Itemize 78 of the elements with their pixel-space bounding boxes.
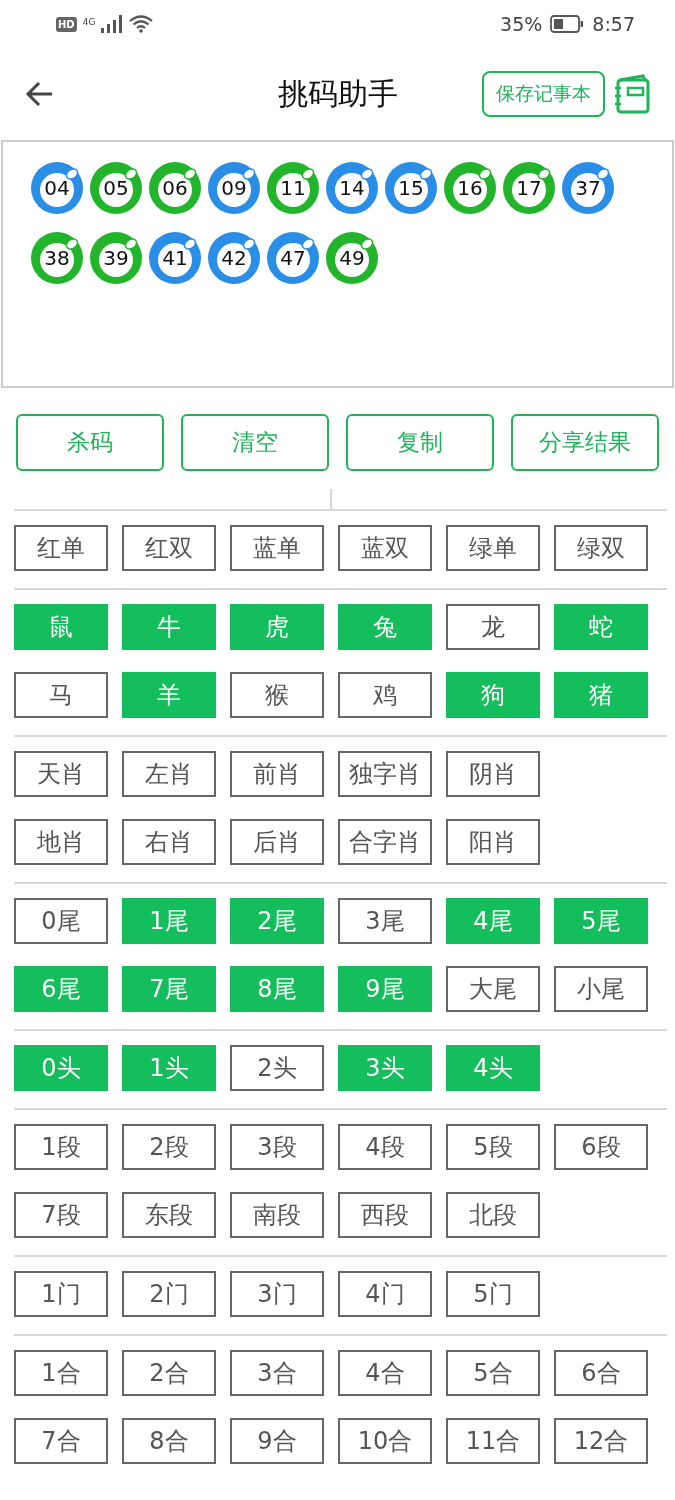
- filter-chip[interactable]: 6合: [554, 1350, 648, 1396]
- filter-chip[interactable]: 马: [14, 672, 108, 718]
- filter-chip[interactable]: 10合: [338, 1418, 432, 1464]
- filter-chip[interactable]: 7段: [14, 1192, 108, 1238]
- filter-chip[interactable]: 合字肖: [338, 819, 432, 865]
- filter-chip[interactable]: 红单: [14, 525, 108, 571]
- filter-chip[interactable]: 8合: [122, 1418, 216, 1464]
- filter-chip[interactable]: 绿双: [554, 525, 648, 571]
- filter-chip[interactable]: 9合: [230, 1418, 324, 1464]
- filter-chip[interactable]: 5段: [446, 1124, 540, 1170]
- notebook-icon[interactable]: [613, 74, 651, 114]
- battery-icon: [550, 15, 585, 33]
- filter-chip[interactable]: 3门: [230, 1271, 324, 1317]
- number-ball: 11: [267, 162, 319, 214]
- filter-chip[interactable]: 地肖: [14, 819, 108, 865]
- filter-chip[interactable]: 鸡: [338, 672, 432, 718]
- signal-icon: [101, 15, 124, 33]
- network-label: 4G: [82, 17, 96, 27]
- filter-chip[interactable]: 4段: [338, 1124, 432, 1170]
- filter-chip[interactable]: 5门: [446, 1271, 540, 1317]
- filter-chip[interactable]: 4合: [338, 1350, 432, 1396]
- filter-chip[interactable]: 天肖: [14, 751, 108, 797]
- filter-chip[interactable]: 12合: [554, 1418, 648, 1464]
- filter-chip[interactable]: 11合: [446, 1418, 540, 1464]
- filter-chip[interactable]: 0尾: [14, 898, 108, 944]
- filter-chip[interactable]: 2段: [122, 1124, 216, 1170]
- filter-chip[interactable]: 2门: [122, 1271, 216, 1317]
- number-ball: 05: [90, 162, 142, 214]
- number-ball: 39: [90, 232, 142, 284]
- filter-chip[interactable]: 蓝单: [230, 525, 324, 571]
- filter-chip[interactable]: 3尾: [338, 898, 432, 944]
- filter-chip[interactable]: 南段: [230, 1192, 324, 1238]
- filter-chip[interactable]: 大尾: [446, 966, 540, 1012]
- number-ball: 04: [31, 162, 83, 214]
- number-ball: 38: [31, 232, 83, 284]
- number-ball: 15: [385, 162, 437, 214]
- filter-chip[interactable]: 1段: [14, 1124, 108, 1170]
- filter-chip[interactable]: 蓝双: [338, 525, 432, 571]
- filter-chip[interactable]: 3合: [230, 1350, 324, 1396]
- filter-chip[interactable]: 小尾: [554, 966, 648, 1012]
- filter-chip[interactable]: 红双: [122, 525, 216, 571]
- filter-chip[interactable]: 龙: [446, 604, 540, 650]
- filter-chip[interactable]: 阴肖: [446, 751, 540, 797]
- wifi-icon: [129, 15, 154, 33]
- filter-chip[interactable]: 西段: [338, 1192, 432, 1238]
- filter-chip[interactable]: 7合: [14, 1418, 108, 1464]
- filter-chip[interactable]: 独字肖: [338, 751, 432, 797]
- number-ball: 17: [503, 162, 555, 214]
- filter-chip[interactable]: 猴: [230, 672, 324, 718]
- filter-chip[interactable]: 2头: [230, 1045, 324, 1091]
- number-ball: 16: [444, 162, 496, 214]
- filter-chip[interactable]: 4门: [338, 1271, 432, 1317]
- filter-chip[interactable]: 北段: [446, 1192, 540, 1238]
- filter-chip[interactable]: 3段: [230, 1124, 324, 1170]
- filter-chip[interactable]: 阳肖: [446, 819, 540, 865]
- number-ball: 47: [267, 232, 319, 284]
- number-ball: 06: [149, 162, 201, 214]
- filter-chip[interactable]: 后肖: [230, 819, 324, 865]
- filter-chip[interactable]: 左肖: [122, 751, 216, 797]
- hd-icon: HD: [56, 16, 77, 32]
- filter-chip[interactable]: 6段: [554, 1124, 648, 1170]
- filter-chip[interactable]: 1合: [14, 1350, 108, 1396]
- number-ball: 09: [208, 162, 260, 214]
- filter-chip[interactable]: 绿单: [446, 525, 540, 571]
- battery-percent: 35%: [500, 13, 543, 35]
- status-time: 8:57: [592, 13, 635, 35]
- filter-chip[interactable]: 东段: [122, 1192, 216, 1238]
- number-ball: 37: [562, 162, 614, 214]
- number-ball: 42: [208, 232, 260, 284]
- number-ball: 49: [326, 232, 378, 284]
- filter-chip[interactable]: 右肖: [122, 819, 216, 865]
- number-ball: 41: [149, 232, 201, 284]
- filter-chip[interactable]: 5合: [446, 1350, 540, 1396]
- filter-chip[interactable]: 1门: [14, 1271, 108, 1317]
- number-ball: 14: [326, 162, 378, 214]
- page-title: 挑码助手: [277, 75, 398, 111]
- filter-chip[interactable]: 2合: [122, 1350, 216, 1396]
- filter-chip[interactable]: 前肖: [230, 751, 324, 797]
